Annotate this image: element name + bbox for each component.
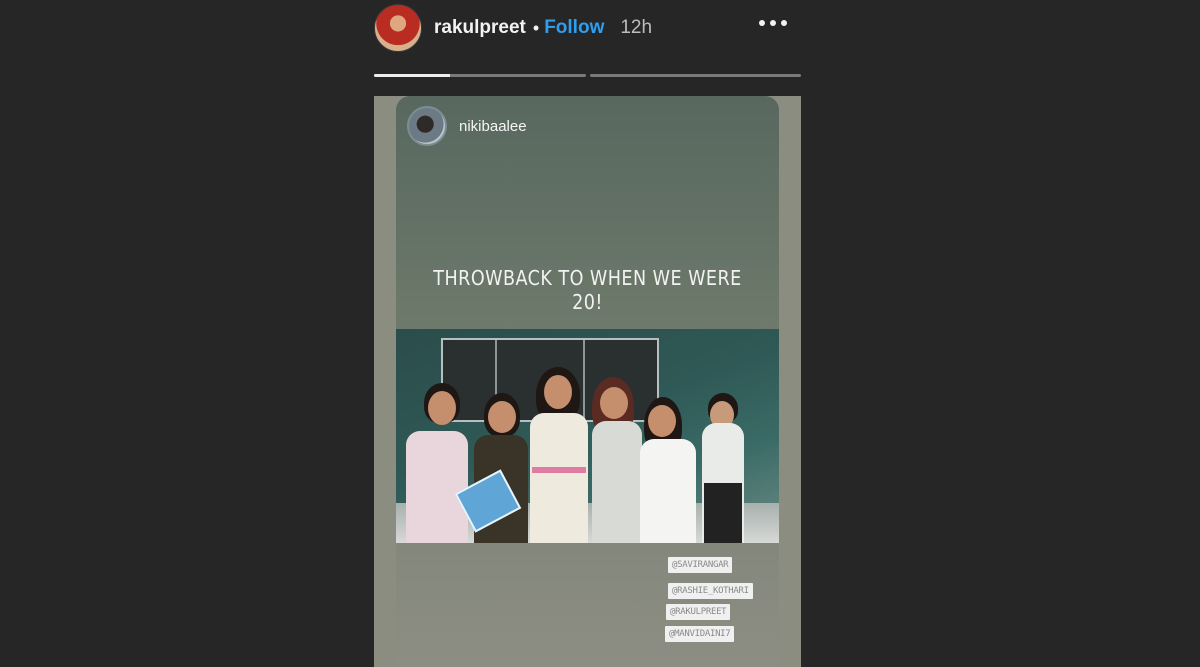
timestamp: 12h [620,17,653,38]
progress-segment-1 [374,74,586,77]
person-figure [698,393,750,543]
post-caption: THROWBACK TO WHEN WE WERE 20! [433,266,742,314]
story-viewer: rakulpreet • Follow 12h nikibaalee THROW… [0,0,1200,667]
story-content[interactable]: nikibaalee THROWBACK TO WHEN WE WERE 20! [374,96,801,667]
follow-button[interactable]: Follow [544,17,604,39]
story-header: rakulpreet • Follow 12h [374,4,801,52]
shared-photo [396,329,779,543]
person-figure [402,383,472,543]
person-figure [522,367,592,543]
mention-tag[interactable]: @RASHIE_KOTHARI [668,583,753,599]
shared-post-author[interactable]: nikibaalee [407,106,527,146]
progress-segment-2 [589,74,801,77]
shared-post-username[interactable]: nikibaalee [459,118,527,135]
username[interactable]: rakulpreet [434,17,526,39]
mention-tag[interactable]: @MANVIDAINI7 [665,626,735,642]
separator-dot: • [532,17,540,38]
shared-post-avatar[interactable] [407,106,447,146]
mention-tag[interactable]: @SAVIRANGAR [668,557,733,573]
mention-tag[interactable]: @RAKULPREET [666,604,731,620]
story-progress-bar [374,74,801,77]
more-options-icon[interactable] [759,20,787,26]
profile-avatar[interactable] [374,4,422,52]
person-figure [634,397,696,543]
